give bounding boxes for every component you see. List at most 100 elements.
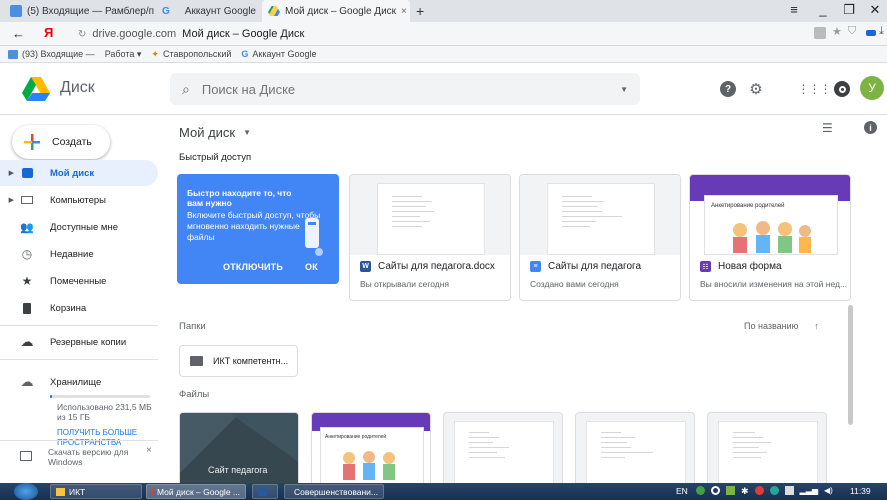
new-tab-button[interactable]: + bbox=[410, 0, 430, 22]
avatar[interactable]: У bbox=[860, 76, 884, 100]
start-button[interactable] bbox=[14, 483, 38, 500]
restore-icon[interactable]: ❐ bbox=[840, 2, 858, 18]
tray-app-icon[interactable] bbox=[784, 486, 794, 495]
google-g-icon: G bbox=[162, 5, 170, 17]
sidebar-divider bbox=[0, 325, 158, 326]
quick-card-docx[interactable]: W Сайты для педагога.docx Вы открывали с… bbox=[349, 174, 511, 301]
page-title-dropdown[interactable]: Мой диск ▼ bbox=[179, 125, 251, 140]
close-window-icon[interactable]: ✕ bbox=[866, 2, 884, 18]
apps-grid-icon[interactable]: ⋮⋮⋮ bbox=[798, 81, 832, 97]
signal-icon[interactable]: ▂▃▅ bbox=[800, 486, 818, 497]
scrollbar-thumb[interactable] bbox=[848, 305, 853, 425]
mail-icon bbox=[10, 5, 22, 17]
browser-tab-strip: (5) Входящие — Рамблер/п G Аккаунт Googl… bbox=[0, 0, 887, 22]
sort-direction-icon[interactable]: ↑ bbox=[814, 321, 819, 331]
google-drive-logo-icon[interactable] bbox=[22, 77, 50, 101]
tab-rambler[interactable]: (5) Входящие — Рамблер/п bbox=[4, 0, 154, 22]
search-bar[interactable]: ⌕ ▼ bbox=[170, 73, 640, 105]
folder-icon bbox=[190, 356, 203, 366]
get-more-storage-link[interactable]: ПОЛУЧИТЬ БОЛЬШЕ ПРОСТРАНСТВА bbox=[57, 428, 157, 448]
download-icon[interactable]: ⤓ bbox=[879, 25, 884, 38]
settings-gear-icon[interactable]: ⚙ bbox=[748, 81, 764, 98]
clock: 11:39 bbox=[850, 486, 871, 496]
reader-icon[interactable] bbox=[814, 27, 826, 39]
sort-control[interactable]: По названию ↑ bbox=[744, 321, 819, 331]
taskbar-button-word[interactable] bbox=[252, 484, 278, 499]
yandex-logo[interactable]: Я bbox=[44, 25, 53, 40]
tray-app-icon[interactable] bbox=[769, 486, 779, 495]
sidebar-item-starred[interactable]: ★ Помеченные bbox=[0, 268, 158, 294]
drive-tab-icon bbox=[268, 6, 280, 16]
close-tab-icon[interactable]: × bbox=[401, 6, 407, 17]
cloud-icon: ☁ bbox=[20, 334, 34, 349]
close-icon[interactable]: × bbox=[146, 445, 152, 456]
tray-app-icon[interactable] bbox=[754, 486, 764, 495]
expand-caret-icon[interactable]: ▶ bbox=[0, 196, 14, 204]
tab-google-drive[interactable]: Мой диск – Google Диск × bbox=[262, 0, 410, 22]
taskbar-button-browser[interactable]: Мой диск – Google ... bbox=[146, 484, 246, 499]
sidebar-item-shared[interactable]: 👥 Доступные мне bbox=[0, 214, 158, 240]
tray-app-icon[interactable] bbox=[696, 486, 705, 495]
bookmark-google-account[interactable]: G Аккаунт Google bbox=[241, 49, 316, 59]
folders-label: Папки bbox=[179, 321, 206, 332]
search-options-icon[interactable]: ▼ bbox=[620, 85, 628, 94]
file-card[interactable]: Сайт педагога bbox=[179, 412, 299, 483]
file-thumbnail bbox=[350, 175, 510, 255]
quick-card-google-doc[interactable]: ≡ Сайты для педагога Создано вами сегодн… bbox=[519, 174, 681, 301]
bookmark-stavropol[interactable]: ✦ Ставропольский bbox=[151, 49, 231, 60]
bookmark-work[interactable]: Работа ▾ bbox=[105, 49, 142, 60]
sidebar-item-trash[interactable]: Корзина bbox=[0, 295, 158, 321]
search-icon[interactable]: ⌕ bbox=[182, 81, 190, 98]
shield-icon[interactable]: ⛉ bbox=[848, 25, 856, 38]
sidebar-item-backups[interactable]: ☁ Резервные копии bbox=[0, 329, 158, 355]
taskbar-button-powerpoint[interactable]: Совершенствовани... bbox=[284, 484, 384, 499]
menu-icon[interactable]: ≡ bbox=[785, 2, 803, 17]
form-thumbnail: Анкетирование родителей bbox=[690, 175, 850, 255]
bookmark-inbox[interactable]: (93) Входящие — bbox=[8, 49, 95, 59]
folder-icon bbox=[56, 487, 65, 496]
create-button[interactable]: Создать bbox=[12, 125, 110, 159]
notifications-icon[interactable] bbox=[834, 81, 850, 97]
tray-app-icon[interactable] bbox=[726, 486, 735, 495]
ok-button[interactable]: ОК bbox=[305, 262, 318, 272]
sidebar-item-my-drive[interactable]: ▶ Мой диск bbox=[0, 160, 158, 186]
back-arrow-icon[interactable]: ← bbox=[12, 26, 25, 41]
children-illustration-icon bbox=[733, 221, 811, 253]
file-card[interactable] bbox=[443, 412, 563, 483]
folder-item[interactable]: ИКТ компетентн... bbox=[179, 345, 298, 377]
storage-section: ☁ Хранилище Использовано 231,5 МБ из 15 … bbox=[0, 369, 158, 448]
file-card[interactable] bbox=[707, 412, 827, 483]
expand-caret-icon[interactable]: ▶ bbox=[0, 169, 14, 177]
main-content: Мой диск ▼ ☰ i Быстрый доступ Быстро нах… bbox=[160, 115, 887, 483]
chevron-down-icon: ▼ bbox=[243, 128, 252, 137]
windows-taskbar: ИКТ Мой диск – Google ... Совершенствова… bbox=[0, 483, 887, 500]
volume-icon[interactable]: ◀) bbox=[824, 486, 833, 497]
search-input[interactable] bbox=[201, 81, 582, 97]
bluetooth-icon[interactable]: ✱ bbox=[741, 486, 749, 497]
disable-quick-access-button[interactable]: ОТКЛЮЧИТЬ bbox=[223, 262, 283, 272]
folder-name: ИКТ компетентн... bbox=[213, 356, 289, 366]
bookmarks-bar: (93) Входящие — Работа ▾ ✦ Ставропольски… bbox=[0, 46, 887, 63]
sidebar: Создать ▶ Мой диск ▶ Компьютеры 👥 Доступ… bbox=[0, 115, 160, 483]
quick-card-form[interactable]: Анкетирование родителей ☷ Новая форма Вы… bbox=[689, 174, 851, 301]
sidebar-item-recent[interactable]: ◷ Недавние bbox=[0, 241, 158, 267]
file-card[interactable]: Анкетирование родителей bbox=[311, 412, 431, 483]
tray-app-icon[interactable] bbox=[711, 486, 720, 495]
storage-used-text: Использовано 231,5 МБ из 15 ГБ bbox=[57, 402, 152, 422]
promo-title: Быстро находите то, что вам нужно bbox=[187, 188, 292, 208]
file-card[interactable] bbox=[575, 412, 695, 483]
download-windows-link[interactable]: Скачать версию для Windows bbox=[48, 447, 138, 467]
sidebar-item-computers[interactable]: ▶ Компьютеры bbox=[0, 187, 158, 213]
info-icon[interactable]: i bbox=[864, 121, 877, 134]
tab-google-account[interactable]: G Аккаунт Google bbox=[156, 0, 260, 22]
reload-icon[interactable]: ↻ bbox=[78, 29, 86, 40]
star-icon[interactable]: ★ bbox=[832, 25, 842, 38]
list-view-icon[interactable]: ☰ bbox=[822, 121, 833, 135]
mail-icon bbox=[8, 49, 18, 59]
help-icon[interactable]: ? bbox=[720, 81, 736, 97]
minimize-icon[interactable]: _ bbox=[814, 2, 832, 17]
taskbar-button-ikt[interactable]: ИКТ bbox=[50, 484, 142, 499]
language-indicator[interactable]: EN bbox=[676, 486, 688, 496]
sidebar-item-storage[interactable]: ☁ Хранилище bbox=[0, 369, 158, 395]
url-field[interactable]: ↻ drive.google.com Мой диск – Google Дис… bbox=[78, 25, 810, 43]
